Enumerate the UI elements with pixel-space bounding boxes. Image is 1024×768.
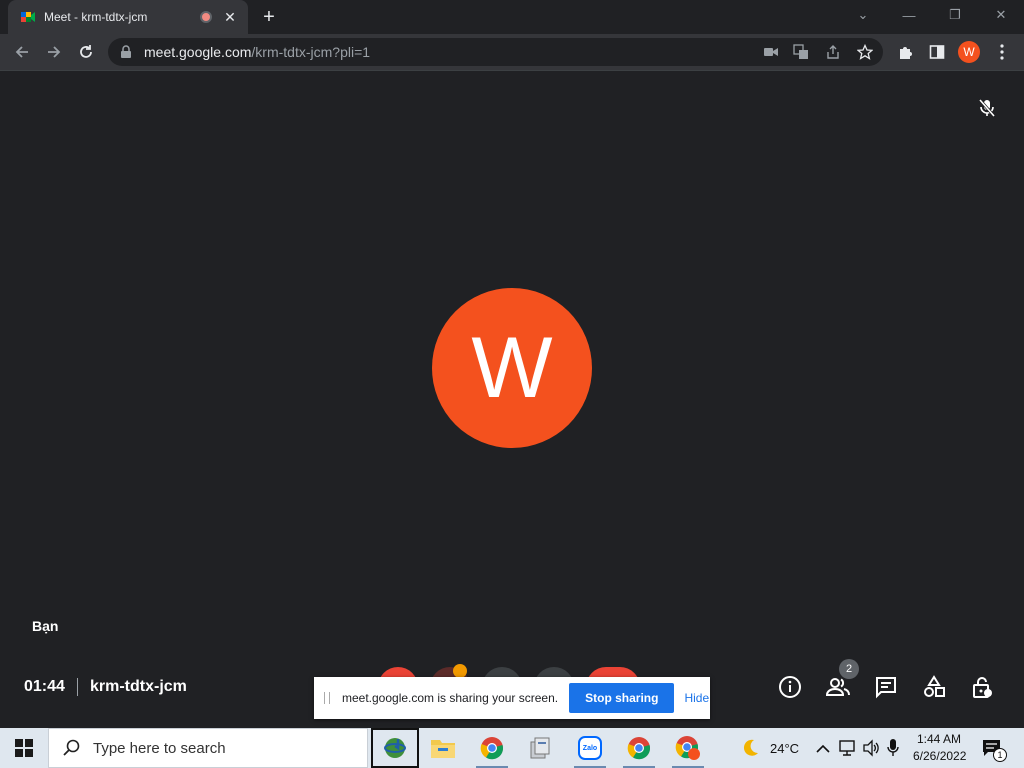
taskbar-app-file-explorer[interactable] [419,728,467,768]
taskbar-app-idm[interactable] [371,728,419,768]
chat-icon [876,677,896,699]
taskbar-app-chrome[interactable] [468,728,516,768]
taskbar-app-generic[interactable] [516,728,564,768]
url-path: /krm-tdtx-jcm?pli=1 [251,44,371,60]
microphone-in-use-icon[interactable] [886,738,900,763]
participant-avatar: W [432,288,592,448]
tab-close-icon[interactable]: ✕ [222,9,238,25]
search-placeholder: Type here to search [93,739,226,757]
browser-tab-meet[interactable]: Meet - krm-tdtx-jcm ✕ [8,0,248,34]
taskbar-search-box[interactable]: Type here to search [48,728,368,768]
extensions-puzzle-icon[interactable] [897,43,915,61]
side-panel-icon[interactable] [928,43,946,61]
network-icon[interactable] [838,739,856,762]
app-icon [530,737,550,759]
warning-badge-icon [453,664,467,678]
info-icon [779,676,801,698]
taskbar-app-chrome-2[interactable] [615,728,663,768]
host-controls-button[interactable] [969,674,995,700]
windows-taskbar: Type here to search Zalo 24°C 1:44 AM 6/… [0,728,1024,768]
meeting-details-button[interactable] [777,674,803,700]
clock-time[interactable]: 1:44 AM [917,732,961,746]
address-bar[interactable]: meet.google.com/krm-tdtx-jcm?pli=1 [108,38,883,66]
taskbar-app-zalo[interactable]: Zalo [566,728,614,768]
restore-button[interactable]: ❐ [932,0,978,30]
stop-sharing-button[interactable]: Stop sharing [569,683,675,713]
screen-sharing-bar: meet.google.com is sharing your screen. … [314,677,710,719]
hide-sharing-bar-button[interactable]: Hide [684,691,709,705]
notification-count-badge: 1 [993,748,1007,762]
meeting-clock: 01:44 [24,678,65,695]
chrome-icon [480,737,504,760]
chrome-menu-icon[interactable] [993,43,1011,61]
tab-search-chevron-icon[interactable]: ⌄ [840,0,886,30]
internet-download-manager-icon [384,738,406,758]
start-button[interactable] [0,728,48,768]
forward-arrow-icon [48,46,61,58]
reload-icon [80,45,92,58]
share-icon[interactable] [825,44,841,60]
translate-icon[interactable] [793,44,809,60]
profile-avatar[interactable]: W [958,41,980,63]
close-window-button[interactable]: ✕ [978,0,1024,30]
tab-title: Meet - krm-tdtx-jcm [44,10,148,24]
volume-icon[interactable] [862,739,880,762]
activities-button[interactable] [921,674,947,700]
mic-off-icon [978,99,996,117]
meet-stage: W Bạn 01:44 krm-tdtx-jcm 2 [0,71,1024,728]
url-text: meet.google.com/krm-tdtx-jcm?pli=1 [144,44,370,60]
camera-in-use-icon[interactable] [763,44,779,60]
sharing-message: meet.google.com is sharing your screen. [342,691,559,705]
activities-shapes-icon [924,675,945,697]
chat-button[interactable] [873,674,899,700]
recording-indicator-icon [200,11,212,23]
meet-favicon-icon [20,9,36,25]
participant-count-badge: 2 [839,659,859,679]
zalo-icon: Zalo [578,736,602,760]
drag-handle-icon[interactable] [324,692,330,704]
weather-moon-icon[interactable] [740,738,760,763]
taskbar-app-chrome-profile[interactable] [664,728,712,768]
bookmark-star-icon[interactable] [857,44,873,60]
search-icon [63,739,80,756]
tab-strip: Meet - krm-tdtx-jcm ✕ + ⌄ — ❐ ✕ [0,0,1024,34]
lock-icon [120,45,132,59]
reload-button[interactable] [72,38,100,66]
browser-toolbar: meet.google.com/krm-tdtx-jcm?pli=1 W [0,34,1024,70]
windows-logo-icon [15,739,33,757]
people-icon [825,678,850,696]
meeting-info-divider [77,678,78,696]
forward-button[interactable] [40,38,68,66]
chrome-icon [627,737,651,760]
host-lock-icon [973,677,992,698]
clock-date[interactable]: 6/26/2022 [913,749,966,763]
back-arrow-icon [15,46,28,58]
show-hidden-icons-chevron-icon[interactable] [816,741,830,759]
minimize-button[interactable]: — [886,0,932,30]
url-host: meet.google.com [144,44,252,60]
new-tab-button[interactable]: + [258,6,280,28]
participant-name-label: Bạn [32,618,59,634]
meeting-code: krm-tdtx-jcm [90,678,187,695]
back-button[interactable] [8,38,36,66]
weather-temperature[interactable]: 24°C [770,741,799,756]
file-explorer-icon [431,740,455,758]
chrome-profile-icon [675,736,700,760]
